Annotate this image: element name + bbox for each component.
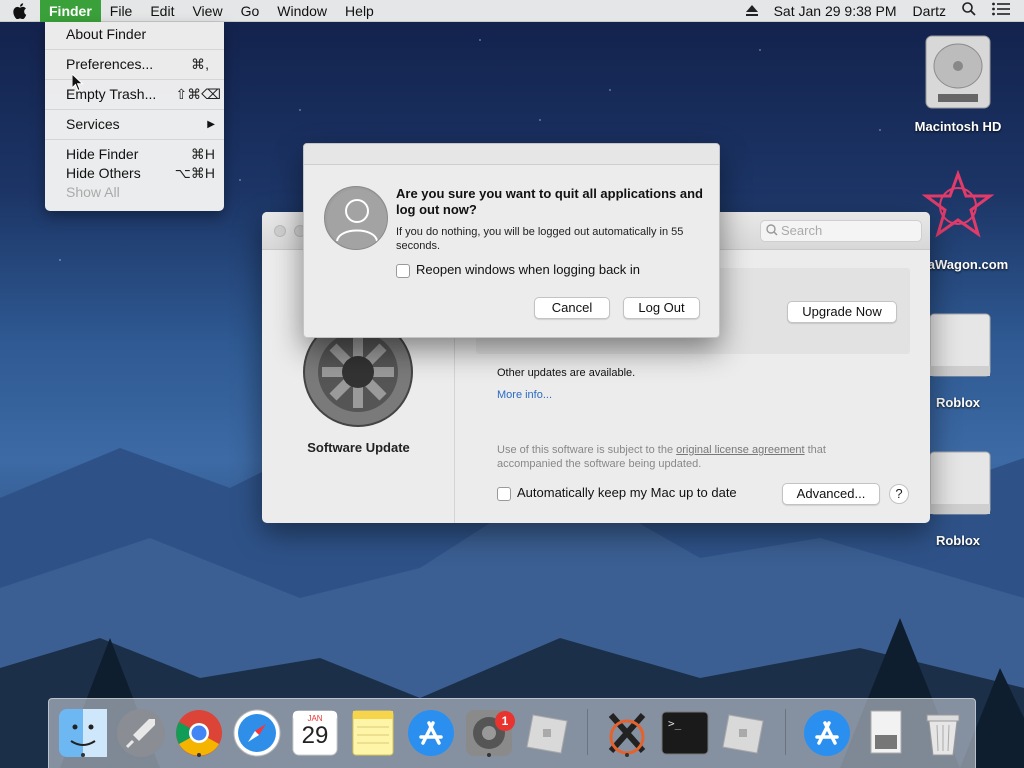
menu-item-about-finder[interactable]: About Finder (45, 25, 224, 44)
hard-drive-icon (925, 35, 991, 109)
checkbox-icon[interactable] (497, 486, 511, 501)
reopen-windows-checkbox[interactable]: Reopen windows when logging back in (396, 262, 640, 278)
license-agreement-link[interactable]: original license agreement (676, 444, 804, 456)
submenu-arrow-icon: ▶ (207, 119, 215, 130)
dialog-titlebar (304, 144, 719, 165)
terminal-icon (661, 711, 709, 755)
user-avatar-icon (324, 186, 388, 250)
dock-roblox[interactable] (521, 707, 573, 759)
dock-app-store[interactable] (405, 707, 457, 759)
chrome-icon (176, 710, 222, 756)
drive-icon (929, 313, 991, 377)
menu-finder[interactable]: Finder (40, 0, 101, 22)
app-store-icon (408, 710, 454, 756)
dock-roblox-studio[interactable] (717, 707, 769, 759)
license-text: Use of this software is subject to the o… (497, 444, 826, 470)
dock-safari[interactable] (231, 707, 283, 759)
menu-item-services[interactable]: Services ▶ (45, 115, 224, 134)
upgrade-now-button[interactable]: Upgrade Now (787, 301, 897, 323)
menu-item-show-all: Show All (66, 184, 120, 200)
more-info-link[interactable]: More info... (497, 389, 552, 401)
terminal-prompt: >_ (668, 717, 682, 730)
notification-badge: 1 (495, 711, 515, 731)
mouse-cursor-icon (72, 74, 84, 92)
roblox-icon (722, 714, 764, 754)
help-button[interactable]: ? (889, 484, 909, 504)
menu-datetime[interactable]: Sat Jan 29 9:38 PM (766, 0, 905, 22)
log-out-button[interactable]: Log Out (623, 297, 700, 319)
dock-finder[interactable] (57, 707, 109, 759)
dock-terminal[interactable]: >_ (659, 707, 711, 759)
menu-view[interactable]: View (183, 0, 231, 22)
calendar-day: 29 (301, 722, 329, 749)
dock: JAN 29 1 >_ (48, 698, 976, 768)
checkbox-icon[interactable] (396, 263, 410, 278)
menu-bar: Finder File Edit View Go Window Help Sat… (0, 0, 1024, 22)
menu-window[interactable]: Window (268, 0, 336, 22)
app-store-icon (804, 710, 850, 756)
other-updates-text: Other updates are available. (497, 367, 636, 379)
menu-go[interactable]: Go (232, 0, 269, 22)
menu-user[interactable]: Dartz (905, 0, 954, 22)
finder-icon (59, 709, 107, 757)
logout-dialog: Are you sure you want to quit all applic… (303, 143, 720, 338)
x-icon (608, 713, 646, 755)
compass-icon (233, 709, 281, 757)
finder-dropdown-menu: About Finder Preferences... ⌘, Empty Tras… (45, 22, 224, 211)
trash-icon (926, 714, 960, 756)
dock-separator (785, 709, 786, 755)
search-input[interactable]: Search (760, 220, 922, 242)
menu-file[interactable]: File (101, 0, 142, 22)
dock-calendar[interactable]: JAN 29 (289, 707, 341, 759)
close-window-icon[interactable] (274, 224, 286, 237)
menu-item-preferences[interactable]: Preferences... ⌘, (45, 55, 224, 74)
dock-chrome[interactable] (173, 707, 225, 759)
document-stack-icon (870, 710, 902, 754)
cancel-button[interactable]: Cancel (534, 297, 610, 319)
dialog-title: Are you sure you want to quit all applic… (396, 186, 703, 217)
menu-item-hide-others[interactable]: Hide Others ⌥⌘H (45, 164, 224, 183)
drive-icon (929, 451, 991, 515)
menu-item-hide-finder[interactable]: Hide Finder ⌘H (45, 145, 224, 164)
search-icon (766, 224, 778, 236)
spotlight-search-icon[interactable] (954, 0, 984, 22)
dock-separator (587, 709, 588, 755)
software-update-title: Software Update (307, 440, 410, 455)
dialog-message: If you do nothing, you will be logged ou… (396, 226, 684, 252)
advanced-button[interactable]: Advanced... (782, 483, 880, 505)
dock-notes[interactable] (347, 707, 399, 759)
notification-center-icon[interactable] (984, 0, 1024, 22)
roblox-icon (526, 714, 568, 754)
dock-trash[interactable] (917, 707, 969, 759)
star-polygon-icon (921, 169, 995, 238)
menu-edit[interactable]: Edit (141, 0, 183, 22)
dock-system-preferences[interactable]: 1 (463, 707, 515, 759)
menu-separator (45, 139, 224, 140)
menu-help[interactable]: Help (336, 0, 383, 22)
desktop-icon-macintosh-hd[interactable]: Macintosh HD (903, 32, 1013, 134)
menu-separator (45, 49, 224, 50)
menu-separator (45, 109, 224, 110)
dock-app-store-downloads[interactable] (801, 707, 853, 759)
dock-xquartz[interactable] (601, 707, 653, 759)
apple-menu-icon[interactable] (0, 2, 40, 19)
dock-documents[interactable] (859, 707, 911, 759)
notes-icon (352, 710, 394, 756)
eject-icon[interactable] (738, 0, 766, 22)
rocket-icon (117, 709, 165, 757)
auto-update-checkbox[interactable]: Automatically keep my Mac up to date (497, 485, 737, 501)
dock-launchpad[interactable] (115, 707, 167, 759)
